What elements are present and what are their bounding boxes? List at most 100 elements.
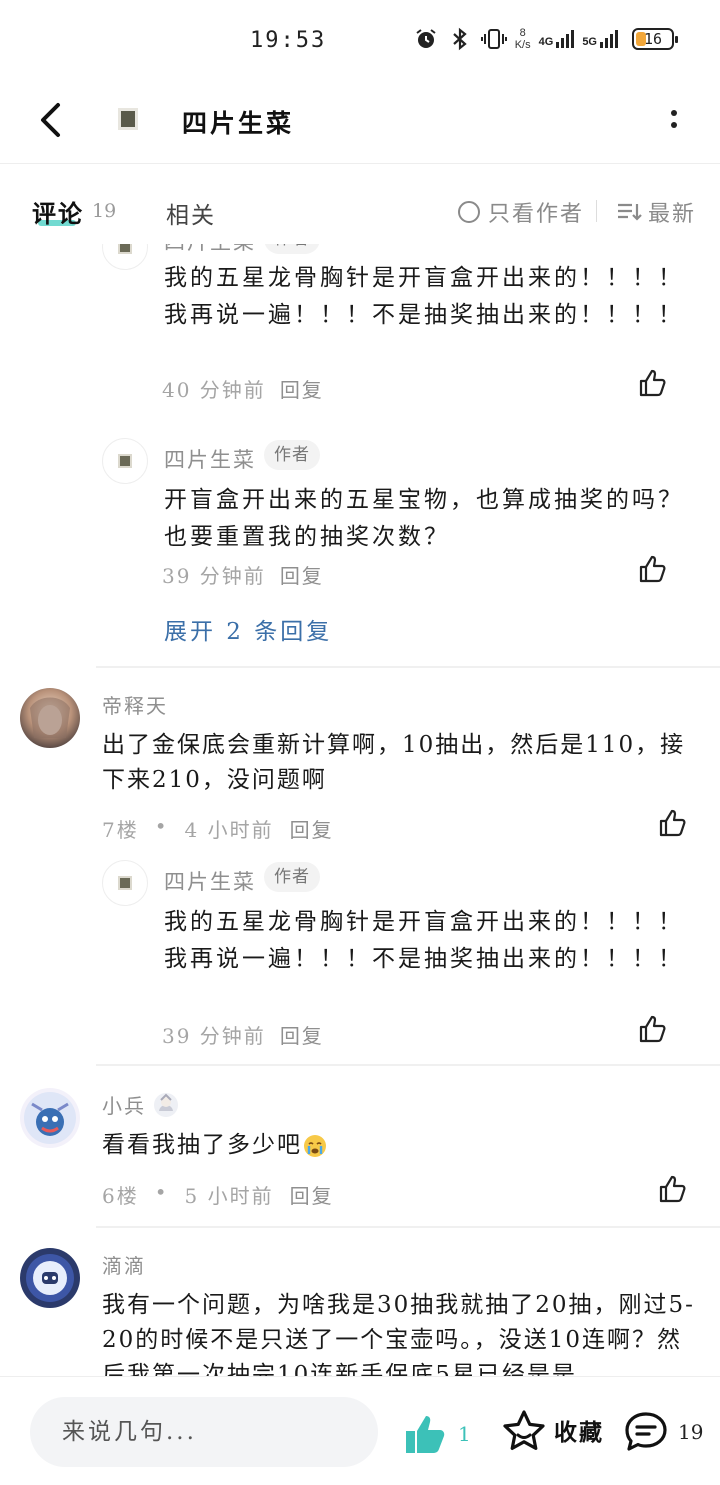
bluetooth-icon <box>447 26 473 52</box>
comment-author-label: 小兵 <box>102 1094 146 1118</box>
reply-author-name[interactable]: 四片生菜 <box>164 444 256 474</box>
tab-related[interactable]: 相关 <box>166 196 216 230</box>
bottom-action-bar: 1 收藏 19 <box>0 1376 720 1485</box>
reply-author-name[interactable]: 四片生菜 <box>164 244 256 256</box>
comment-item: 帝释天 出了金保底会重新计算啊，10抽出，然后是110，接下来210，没问题啊 … <box>0 688 720 1058</box>
signal-bars-icon <box>556 30 575 48</box>
page-title: 四片生菜 <box>182 109 295 138</box>
battery-icon: 16 <box>632 28 678 50</box>
meta-separator: • <box>154 814 169 838</box>
comment-text: 我有一个问题，为啥我是30抽我就抽了20抽，刚过5-20的时候不是只送了一个宝壶… <box>102 1292 695 1376</box>
sort-icon <box>618 203 642 221</box>
reply-button[interactable]: 回复 <box>280 560 324 589</box>
more-dot-icon <box>671 110 677 116</box>
speed-value: 8 <box>519 27 526 39</box>
thumbs-up-icon[interactable] <box>638 554 668 584</box>
alarm-icon <box>413 26 439 52</box>
reply-avatar[interactable] <box>102 244 148 270</box>
reply-text: 我的五星龙骨胸针是开盲盒开出来的！！！！我再说一遍！！！不是抽奖抽出来的！！！！ <box>164 265 684 328</box>
thumbs-up-icon[interactable] <box>658 1174 688 1204</box>
comment-tabs: 评论 19 相关 只看作者 最新 <box>0 164 720 244</box>
speed-unit: K/s <box>514 39 531 51</box>
comment-time: 5 小时前 <box>184 1184 274 1208</box>
signal-4g-label: 4G <box>538 36 554 48</box>
thumbs-up-icon[interactable] <box>638 1014 668 1044</box>
vibrate-icon <box>480 26 507 52</box>
comment-text: 出了金保底会重新计算啊，10抽出，然后是110，接下来210，没问题啊 <box>102 732 686 793</box>
signal-5g: 5G <box>582 30 618 48</box>
like-count: 1 <box>458 1422 471 1446</box>
battery-level: 16 <box>643 30 663 48</box>
comment-meta: 7楼 • 4 小时前 回复 <box>102 814 334 843</box>
signal-5g-label: 5G <box>582 36 597 48</box>
author-badge: 作者 <box>264 862 320 892</box>
comment-time: 4 小时前 <box>184 818 274 842</box>
sort-button[interactable]: 最新 <box>616 196 696 228</box>
user-avatar[interactable] <box>20 1088 80 1148</box>
divider <box>96 1064 720 1066</box>
reply-time: 39 分钟前 <box>162 1024 266 1048</box>
reply-avatar[interactable] <box>102 438 148 484</box>
comments-button[interactable]: 19 <box>624 1411 703 1453</box>
comment-text: 看看我抽了多少吧 <box>102 1132 302 1158</box>
only-author-label: 只看作者 <box>488 202 585 227</box>
user-avatar[interactable] <box>20 1248 80 1308</box>
like-post-button[interactable]: 1 <box>404 1413 471 1455</box>
comment-input[interactable] <box>30 1397 378 1467</box>
favorite-button[interactable]: 收藏 <box>502 1409 604 1451</box>
thumbs-up-icon[interactable] <box>658 808 688 838</box>
comment-text-row: 看看我抽了多少吧 <box>102 1128 702 1163</box>
reply-button[interactable]: 回复 <box>290 814 334 843</box>
thumbs-up-icon[interactable] <box>638 368 668 398</box>
user-badge-icon <box>154 1092 178 1117</box>
comment-author-name[interactable]: 帝释天 <box>102 690 168 719</box>
status-bar: 19:53 8 K/s 4G 5G 16 <box>0 0 720 80</box>
reply-button[interactable]: 回复 <box>290 1180 334 1209</box>
thumbs-up-filled-icon <box>406 1416 445 1453</box>
comment-list[interactable]: 四片生菜 作者 我的五星龙骨胸针是开盲盒开出来的！！！！我再说一遍！！！不是抽奖… <box>0 244 720 1376</box>
meta-separator: • <box>154 1180 169 1204</box>
more-dot-icon <box>671 122 677 128</box>
reply-item: 四片生菜 作者 开盲盒开出来的五星宝物，也算成抽奖的吗？也要重置我的抽奖次数？ … <box>100 438 700 588</box>
more-button[interactable] <box>662 104 686 134</box>
comment-floor: 6楼 <box>102 1184 139 1208</box>
divider <box>96 666 720 668</box>
status-time: 19:53 <box>250 28 327 53</box>
comment-author-name[interactable]: 滴滴 <box>102 1250 146 1279</box>
reply-text: 我的五星龙骨胸针是开盲盒开出来的！！！！我再说一遍！！！不是抽奖抽出来的！！！！ <box>164 909 684 972</box>
comment-floor: 7楼 <box>102 818 139 842</box>
back-button[interactable] <box>30 98 70 142</box>
user-avatar[interactable] <box>20 688 80 748</box>
comment-item: 小兵 看看我抽了多少吧 6楼 • 5 小时前 回复 <box>0 1088 720 1228</box>
reply-avatar[interactable] <box>102 860 148 906</box>
author-badge: 作者 <box>264 244 320 254</box>
header: 四片生菜 <box>0 80 720 164</box>
tab-comments-count: 19 <box>92 200 117 222</box>
comment-author-label: 滴滴 <box>102 1254 146 1278</box>
signal-4g: 4G <box>539 30 575 48</box>
radio-circle-icon <box>458 201 480 223</box>
divider <box>96 1226 720 1228</box>
divider <box>596 200 597 222</box>
star-icon <box>503 1410 545 1450</box>
sort-label: 最新 <box>648 202 697 227</box>
reply-author-name[interactable]: 四片生菜 <box>164 866 256 896</box>
reply-text: 开盲盒开出来的五星宝物，也算成抽奖的吗？也要重置我的抽奖次数？ <box>164 487 684 550</box>
favorite-label: 收藏 <box>554 1419 604 1446</box>
signal-bars-icon <box>600 30 618 48</box>
comment-author-label: 帝释天 <box>102 694 168 718</box>
reply-meta: 39 分钟前 回复 <box>162 1020 324 1049</box>
reply-time: 40 分钟前 <box>162 378 266 402</box>
comment-count: 19 <box>678 1420 704 1444</box>
author-badge: 作者 <box>264 440 320 470</box>
author-avatar[interactable] <box>118 108 138 130</box>
reply-button[interactable]: 回复 <box>280 374 324 403</box>
reply-button[interactable]: 回复 <box>280 1020 324 1049</box>
comment-author-name[interactable]: 小兵 <box>102 1090 180 1119</box>
crying-emoji-icon <box>304 1134 326 1157</box>
comment-meta: 6楼 • 5 小时前 回复 <box>102 1180 334 1209</box>
tab-comments[interactable]: 评论 <box>32 194 84 229</box>
only-author-toggle[interactable]: 只看作者 <box>458 196 584 228</box>
expand-replies-link[interactable]: 展开 2 条回复 <box>164 612 332 646</box>
network-speed: 8 K/s <box>515 27 531 51</box>
